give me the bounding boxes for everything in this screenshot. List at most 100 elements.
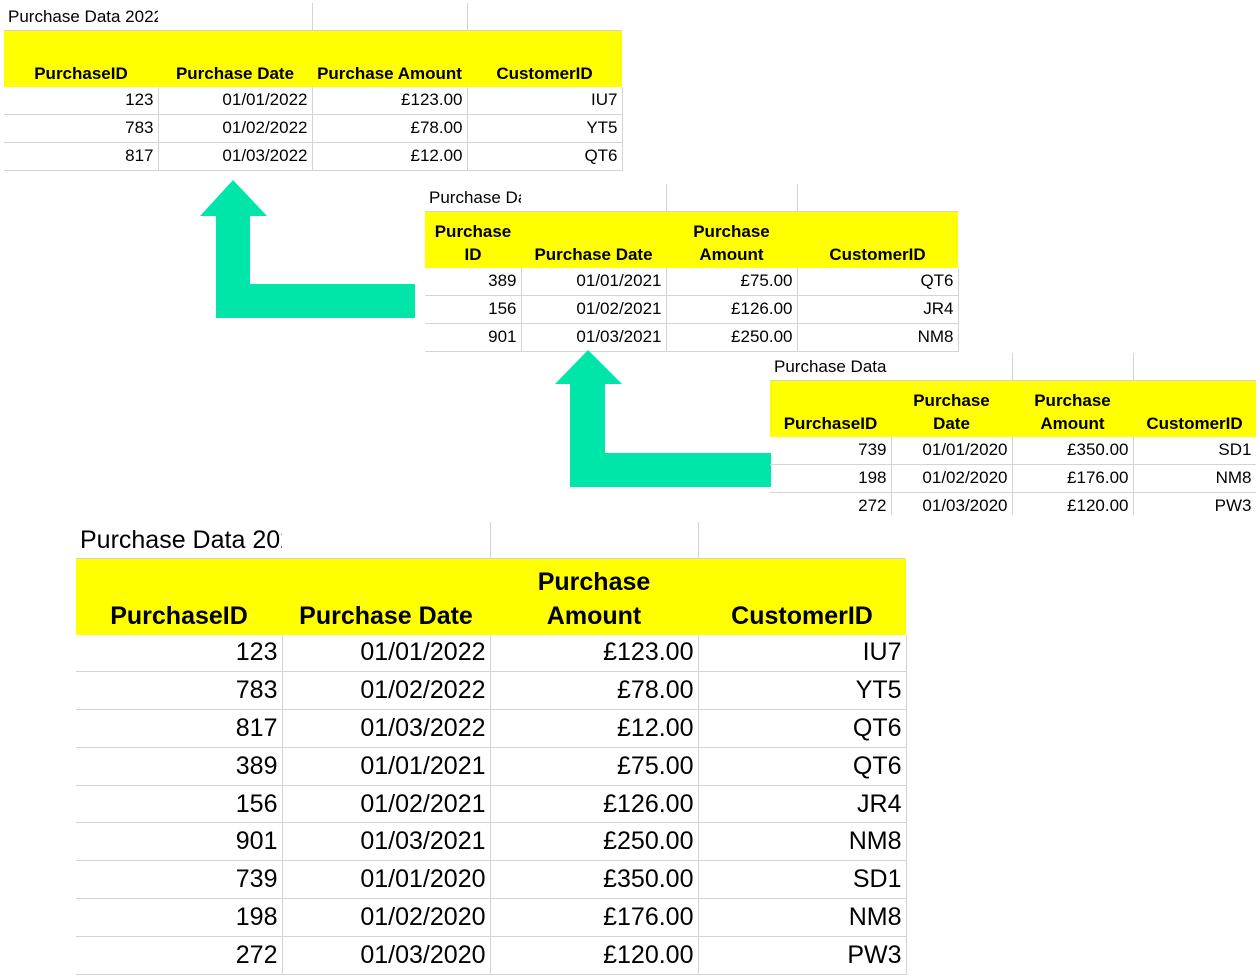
cell-purchase-date[interactable]: 01/03/2020 <box>282 936 491 975</box>
cell-purchase-date[interactable]: 01/02/2022 <box>158 114 313 143</box>
col-header-customer-id[interactable]: CustomerID <box>698 558 906 635</box>
col-header-purchase-date[interactable]: Purchase Date <box>891 380 1012 437</box>
empty-cell[interactable] <box>666 184 798 212</box>
empty-cell[interactable] <box>521 184 667 212</box>
cell-purchase-amount[interactable]: £123.00 <box>312 86 468 115</box>
cell-purchase-amount[interactable]: £176.00 <box>1012 464 1134 493</box>
cell-purchase-id[interactable]: 901 <box>76 822 283 862</box>
cell-purchase-date[interactable]: 01/01/2022 <box>282 634 491 673</box>
cell-purchase-date[interactable]: 01/03/2022 <box>282 709 491 748</box>
cell-purchase-id[interactable]: 123 <box>4 86 159 115</box>
cell-purchase-amount[interactable]: £250.00 <box>490 822 699 862</box>
col-header-customer-id[interactable]: CustomerID <box>1133 380 1256 437</box>
cell-purchase-id[interactable]: 272 <box>76 936 283 975</box>
cell-purchase-amount[interactable]: £350.00 <box>1012 436 1134 465</box>
col-header-purchase-amount[interactable]: Purchase Amount <box>1012 380 1133 437</box>
cell-purchase-date[interactable]: 01/02/2021 <box>521 295 667 324</box>
col-header-customer-id[interactable]: CustomerID <box>797 211 958 268</box>
cell-customer-id[interactable]: IU7 <box>467 86 623 115</box>
empty-cell[interactable] <box>1133 353 1256 381</box>
empty-cell[interactable] <box>467 3 622 31</box>
cell-purchase-amount[interactable]: £126.00 <box>490 785 699 824</box>
cell-purchase-date[interactable]: 01/02/2022 <box>282 671 491 711</box>
col-header-purchase-amount[interactable]: Purchase Amount <box>312 30 467 87</box>
col-header-purchase-id[interactable]: PurchaseID <box>770 380 891 437</box>
cell-purchase-amount[interactable]: £12.00 <box>490 709 699 748</box>
col-header-purchase-id[interactable]: PurchaseID <box>76 558 282 635</box>
cell-purchase-id[interactable]: 783 <box>76 671 283 711</box>
cell-purchase-id[interactable]: 739 <box>76 860 283 900</box>
cell-purchase-id[interactable]: 156 <box>76 785 283 824</box>
cell-purchase-amount[interactable]: £120.00 <box>1012 492 1134 515</box>
cell-customer-id[interactable]: NM8 <box>1133 464 1256 493</box>
cell-purchase-amount[interactable]: £250.00 <box>666 323 798 352</box>
cell-purchase-id[interactable]: 272 <box>770 492 892 515</box>
cell-purchase-date[interactable]: 01/02/2020 <box>282 898 491 937</box>
cell-purchase-id[interactable]: 389 <box>425 267 522 296</box>
cell-purchase-amount[interactable]: £176.00 <box>490 898 699 937</box>
empty-cell[interactable] <box>490 522 699 559</box>
cell-purchase-date[interactable]: 01/03/2022 <box>158 142 313 171</box>
empty-cell[interactable] <box>312 3 468 31</box>
cell-purchase-id[interactable]: 901 <box>425 323 522 352</box>
cell-purchase-amount[interactable]: £126.00 <box>666 295 798 324</box>
cell-purchase-date[interactable]: 01/03/2020 <box>891 492 1013 515</box>
empty-cell[interactable] <box>698 522 906 559</box>
cell-customer-id[interactable]: SD1 <box>1133 436 1256 465</box>
cell-purchase-amount[interactable]: £75.00 <box>666 267 798 296</box>
empty-cell[interactable] <box>1012 353 1134 381</box>
cell-purchase-date[interactable]: 01/03/2021 <box>521 323 667 352</box>
cell-purchase-amount[interactable]: £12.00 <box>312 142 468 171</box>
cell-purchase-id[interactable]: 817 <box>76 709 283 748</box>
cell-purchase-date[interactable]: 01/01/2021 <box>521 267 667 296</box>
cell-purchase-id[interactable]: 198 <box>770 464 892 493</box>
cell-customer-id[interactable]: NM8 <box>797 323 959 352</box>
cell-purchase-id[interactable]: 156 <box>425 295 522 324</box>
cell-purchase-id[interactable]: 739 <box>770 436 892 465</box>
col-header-purchase-date[interactable]: Purchase Date <box>158 30 312 87</box>
cell-purchase-amount[interactable]: £120.00 <box>490 936 699 975</box>
cell-purchase-date[interactable]: 01/01/2020 <box>282 860 491 900</box>
cell-purchase-amount[interactable]: £75.00 <box>490 747 699 786</box>
col-header-purchase-date[interactable]: Purchase Date <box>282 558 490 635</box>
cell-purchase-date[interactable]: 01/03/2021 <box>282 822 491 862</box>
empty-cell[interactable] <box>797 184 958 212</box>
cell-customer-id[interactable]: QT6 <box>698 747 907 786</box>
col-header-purchase-date[interactable]: Purchase Date <box>521 211 666 268</box>
cell-customer-id[interactable]: YT5 <box>467 114 623 143</box>
col-header-customer-id[interactable]: CustomerID <box>467 30 622 87</box>
col-header-purchase-id[interactable]: PurchaseID <box>4 30 158 87</box>
cell-purchase-amount[interactable]: £78.00 <box>312 114 468 143</box>
cell-customer-id[interactable]: NM8 <box>698 822 907 862</box>
cell-customer-id[interactable]: NM8 <box>698 898 907 937</box>
cell-purchase-id[interactable]: 198 <box>76 898 283 937</box>
cell-purchase-date[interactable]: 01/01/2021 <box>282 747 491 786</box>
cell-purchase-date[interactable]: 01/02/2020 <box>891 464 1013 493</box>
cell-customer-id[interactable]: PW3 <box>1133 492 1256 515</box>
cell-customer-id[interactable]: PW3 <box>698 936 907 975</box>
cell-customer-id[interactable]: QT6 <box>797 267 959 296</box>
cell-purchase-id[interactable]: 389 <box>76 747 283 786</box>
cell-purchase-date[interactable]: 01/02/2021 <box>282 785 491 824</box>
cell-purchase-date[interactable]: 01/01/2022 <box>158 86 313 115</box>
empty-cell[interactable] <box>891 353 1013 381</box>
cell-purchase-amount[interactable]: £123.00 <box>490 634 699 673</box>
cell-customer-id[interactable]: JR4 <box>698 785 907 824</box>
col-header-purchase-id[interactable]: Purchase ID <box>425 211 521 268</box>
empty-cell[interactable] <box>282 522 491 559</box>
cell-customer-id[interactable]: QT6 <box>698 709 907 748</box>
cell-customer-id[interactable]: JR4 <box>797 295 959 324</box>
cell-customer-id[interactable]: IU7 <box>698 634 907 673</box>
cell-purchase-id[interactable]: 783 <box>4 114 159 143</box>
empty-cell[interactable] <box>158 3 313 31</box>
cell-purchase-id[interactable]: 123 <box>76 634 283 673</box>
cell-customer-id[interactable]: QT6 <box>467 142 623 171</box>
col-header-purchase-amount[interactable]: Purchase Amount <box>666 211 797 268</box>
cell-purchase-date[interactable]: 01/01/2020 <box>891 436 1013 465</box>
cell-customer-id[interactable]: YT5 <box>698 671 907 711</box>
cell-purchase-amount[interactable]: £78.00 <box>490 671 699 711</box>
cell-customer-id[interactable]: SD1 <box>698 860 907 900</box>
col-header-purchase-amount[interactable]: Purchase Amount <box>490 558 698 635</box>
cell-purchase-id[interactable]: 817 <box>4 142 159 171</box>
cell-purchase-amount[interactable]: £350.00 <box>490 860 699 900</box>
